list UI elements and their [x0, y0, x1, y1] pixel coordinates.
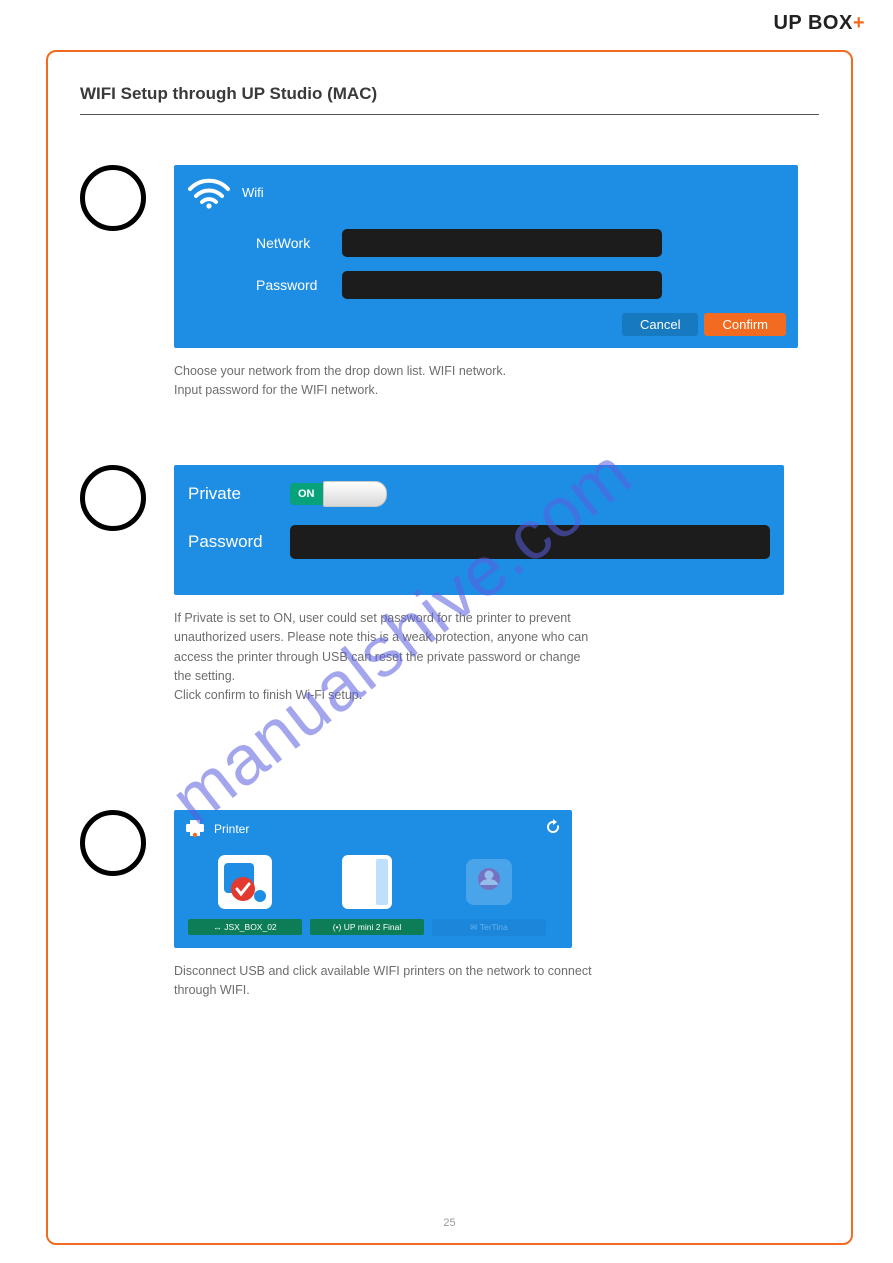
- wifi-panel: Wifi NetWork Password Cancel Confirm: [174, 165, 798, 348]
- printer-panel: Printer ↔ JSX_BOX_02: [174, 810, 572, 948]
- private-password-row: Password: [188, 525, 770, 559]
- printer-thumb-2: [332, 851, 402, 913]
- password-label: Password: [256, 277, 342, 293]
- brand-plus: +: [853, 12, 865, 34]
- network-input[interactable]: [342, 229, 662, 257]
- section-title: WIFI Setup through UP Studio (MAC): [80, 84, 819, 104]
- confirm-button[interactable]: Confirm: [704, 313, 786, 336]
- refresh-icon[interactable]: [544, 818, 562, 841]
- step-bullet-3: 3: [80, 165, 146, 231]
- printer-thumb-3: [454, 851, 524, 913]
- printer-thumb-1: [210, 851, 280, 913]
- step-3: 3 Wifi NetWork Password: [80, 165, 819, 401]
- step4-caption: If Private is set to ON, user could set …: [174, 609, 819, 706]
- toggle-switch: [323, 481, 387, 507]
- printer-list: ↔ JSX_BOX_02 (•) UP mini 2 Final: [184, 851, 562, 936]
- printer-caption-1: ↔ JSX_BOX_02: [188, 919, 302, 935]
- password-input[interactable]: [342, 271, 662, 299]
- step-5: 5 Printer: [80, 810, 819, 1001]
- step5-caption: Disconnect USB and click available WIFI …: [174, 962, 819, 1001]
- password-row: Password: [186, 271, 786, 299]
- cancel-button[interactable]: Cancel: [622, 313, 698, 336]
- private-row: Private ON: [188, 481, 770, 507]
- printer-panel-title: Printer: [214, 822, 249, 836]
- divider: [80, 114, 819, 115]
- network-row: NetWork: [186, 229, 786, 257]
- brand-text: UP BOX: [773, 12, 852, 34]
- brand-logo: UP BOX+: [773, 12, 865, 35]
- printer-panel-header: Printer: [184, 818, 249, 841]
- step-bullet-4: 4: [80, 465, 146, 531]
- private-password-input[interactable]: [290, 525, 770, 559]
- toggle-on-label: ON: [290, 483, 323, 505]
- printer-caption-2: (•) UP mini 2 Final: [310, 919, 424, 935]
- page-frame: WIFI Setup through UP Studio (MAC) 3 Wif…: [46, 50, 853, 1245]
- private-panel: Private ON Password: [174, 465, 784, 595]
- printer-icon: [184, 818, 206, 841]
- wifi-icon: [186, 175, 232, 209]
- private-toggle[interactable]: ON: [290, 481, 387, 507]
- printer-item-3[interactable]: ✉ TerTina: [436, 851, 542, 936]
- private-password-label: Password: [188, 532, 276, 552]
- printer-item-1[interactable]: ↔ JSX_BOX_02: [192, 851, 298, 936]
- step3-caption: Choose your network from the drop down l…: [174, 362, 819, 401]
- wifi-panel-header: Wifi: [186, 175, 786, 209]
- wifi-panel-title: Wifi: [242, 185, 264, 200]
- private-label: Private: [188, 484, 276, 504]
- printer-item-2[interactable]: (•) UP mini 2 Final: [314, 851, 420, 936]
- printer-caption-3: ✉ TerTina: [432, 919, 546, 936]
- page-number: 25: [48, 1217, 851, 1229]
- wifi-button-bar: Cancel Confirm: [186, 313, 786, 336]
- step-4: 4 Private ON Password: [80, 465, 819, 706]
- step-bullet-5: 5: [80, 810, 146, 876]
- network-label: NetWork: [256, 235, 342, 251]
